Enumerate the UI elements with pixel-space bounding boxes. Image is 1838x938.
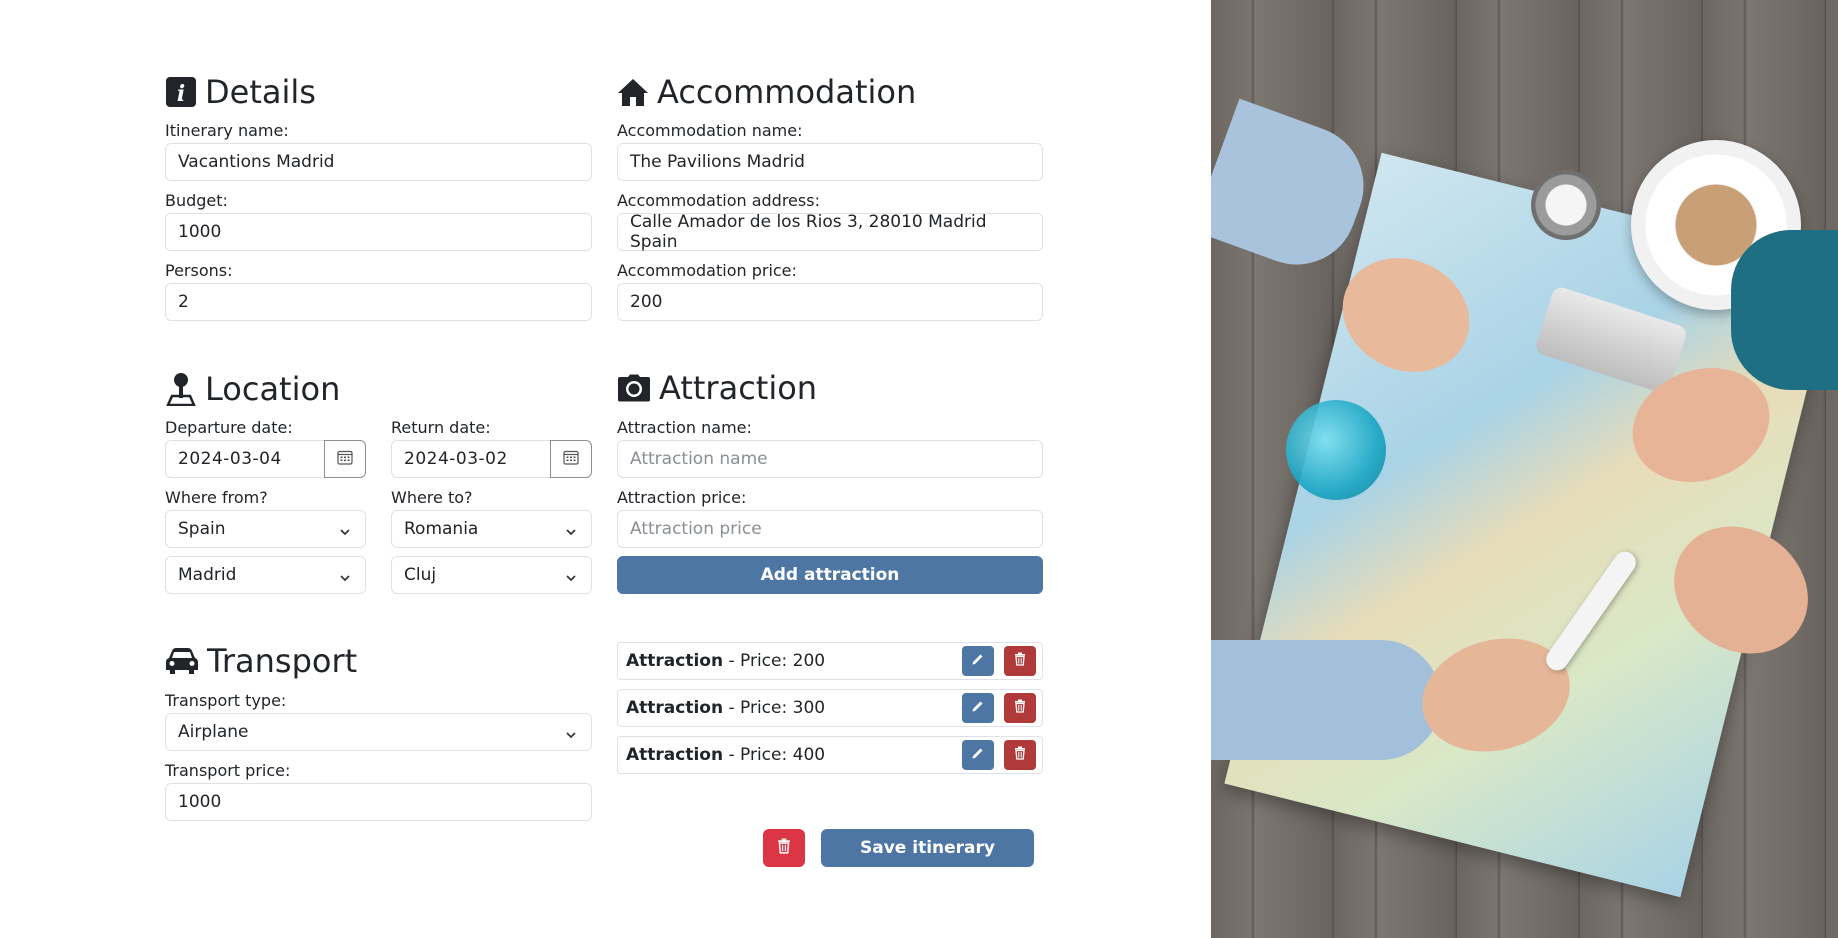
itinerary-name-input[interactable]: Vacantions Madrid bbox=[165, 143, 592, 181]
transport-type-value: Airplane bbox=[178, 722, 249, 742]
photo-sleeve-bottom bbox=[1211, 640, 1441, 760]
pencil-icon bbox=[971, 745, 985, 765]
details-heading: i Details bbox=[165, 76, 316, 108]
departure-date-label: Departure date: bbox=[165, 418, 293, 437]
attraction-heading: Attraction bbox=[617, 372, 817, 404]
attraction-name-input[interactable]: Attraction name bbox=[617, 440, 1043, 478]
accommodation-address-input[interactable]: Calle Amador de los Rios 3, 28010 Madrid… bbox=[617, 212, 1043, 252]
trash-icon bbox=[776, 838, 792, 858]
transport-price-label: Transport price: bbox=[165, 761, 291, 780]
travel-planning-photo bbox=[1211, 0, 1838, 938]
photo-sleeve-left bbox=[1211, 98, 1381, 282]
attraction-item-name: Attraction bbox=[626, 651, 724, 671]
svg-text:i: i bbox=[177, 81, 185, 107]
budget-input[interactable]: 1000 bbox=[165, 213, 592, 251]
chevron-down-icon bbox=[565, 523, 577, 543]
calendar-icon bbox=[563, 449, 579, 469]
departure-date-input[interactable]: 2024-03-04 bbox=[165, 440, 324, 478]
to-city-select[interactable]: Cluj bbox=[391, 556, 592, 594]
attraction-name-label: Attraction name: bbox=[617, 418, 752, 437]
to-country-select[interactable]: Romania bbox=[391, 510, 592, 548]
from-country-value: Spain bbox=[178, 519, 226, 539]
to-city-value: Cluj bbox=[404, 565, 437, 585]
chevron-down-icon bbox=[565, 569, 577, 589]
persons-label: Persons: bbox=[165, 261, 233, 280]
from-city-value: Madrid bbox=[178, 565, 237, 585]
delete-attraction-button[interactable] bbox=[1004, 740, 1036, 770]
chevron-down-icon bbox=[339, 523, 351, 543]
departure-date-field[interactable]: 2024-03-04 bbox=[165, 440, 366, 478]
attraction-item-name: Attraction bbox=[626, 745, 724, 765]
trash-icon bbox=[1013, 745, 1027, 765]
return-date-label: Return date: bbox=[391, 418, 491, 437]
accommodation-title: Accommodation bbox=[657, 73, 917, 111]
details-title: Details bbox=[205, 73, 316, 111]
attraction-item-price: - Price: 400 bbox=[723, 745, 826, 765]
attraction-price-label: Attraction price: bbox=[617, 488, 747, 507]
transport-type-select[interactable]: Airplane bbox=[165, 713, 592, 751]
photo-compass bbox=[1531, 170, 1601, 240]
where-from-label: Where from? bbox=[165, 488, 268, 507]
edit-attraction-button[interactable] bbox=[962, 740, 994, 770]
return-calendar-button[interactable] bbox=[550, 440, 592, 478]
accommodation-price-label: Accommodation price: bbox=[617, 261, 797, 280]
attraction-title: Attraction bbox=[659, 369, 818, 407]
where-to-label: Where to? bbox=[391, 488, 473, 507]
return-date-input[interactable]: 2024-03-02 bbox=[391, 440, 550, 478]
calendar-icon bbox=[337, 449, 353, 469]
departure-calendar-button[interactable] bbox=[324, 440, 366, 478]
itinerary-name-label: Itinerary name: bbox=[165, 121, 289, 140]
info-icon: i bbox=[165, 76, 197, 108]
save-itinerary-button[interactable]: Save itinerary bbox=[821, 829, 1034, 867]
from-country-select[interactable]: Spain bbox=[165, 510, 366, 548]
accommodation-name-input[interactable]: The Pavilions Madrid bbox=[617, 143, 1043, 181]
chevron-down-icon bbox=[565, 726, 577, 746]
attraction-item-name: Attraction bbox=[626, 698, 724, 718]
attraction-price-input[interactable]: Attraction price bbox=[617, 510, 1043, 548]
edit-attraction-button[interactable] bbox=[962, 646, 994, 676]
trash-icon bbox=[1013, 698, 1027, 718]
home-icon bbox=[617, 77, 649, 107]
from-city-select[interactable]: Madrid bbox=[165, 556, 366, 594]
delete-attraction-button[interactable] bbox=[1004, 693, 1036, 723]
photo-sleeve-right bbox=[1731, 230, 1838, 390]
edit-attraction-button[interactable] bbox=[962, 693, 994, 723]
add-attraction-button[interactable]: Add attraction bbox=[617, 556, 1043, 594]
photo-glass bbox=[1286, 400, 1386, 500]
return-date-field[interactable]: 2024-03-02 bbox=[391, 440, 592, 478]
map-pin-icon bbox=[165, 372, 197, 406]
attraction-list-item: Attraction - Price: 200 bbox=[617, 642, 1043, 680]
location-heading: Location bbox=[165, 372, 340, 406]
camera-icon bbox=[617, 374, 651, 402]
car-icon bbox=[165, 647, 199, 675]
pencil-icon bbox=[971, 698, 985, 718]
transport-price-input[interactable]: 1000 bbox=[165, 783, 592, 821]
accommodation-price-input[interactable]: 200 bbox=[617, 283, 1043, 321]
transport-title: Transport bbox=[207, 642, 358, 680]
chevron-down-icon bbox=[339, 569, 351, 589]
location-title: Location bbox=[205, 370, 341, 408]
trash-icon bbox=[1013, 651, 1027, 671]
budget-label: Budget: bbox=[165, 191, 228, 210]
attraction-list-item: Attraction - Price: 300 bbox=[617, 689, 1043, 727]
attraction-item-price: - Price: 200 bbox=[723, 651, 826, 671]
persons-input[interactable]: 2 bbox=[165, 283, 592, 321]
accommodation-address-label: Accommodation address: bbox=[617, 191, 820, 210]
attraction-item-price: - Price: 300 bbox=[723, 698, 826, 718]
itinerary-form: i Details Itinerary name: Vacantions Mad… bbox=[0, 0, 1211, 938]
accommodation-name-label: Accommodation name: bbox=[617, 121, 803, 140]
to-country-value: Romania bbox=[404, 519, 479, 539]
accommodation-heading: Accommodation bbox=[617, 76, 916, 108]
transport-type-label: Transport type: bbox=[165, 691, 287, 710]
transport-heading: Transport bbox=[165, 645, 357, 677]
delete-attraction-button[interactable] bbox=[1004, 646, 1036, 676]
pencil-icon bbox=[971, 651, 985, 671]
delete-itinerary-button[interactable] bbox=[763, 829, 805, 867]
attraction-list-item: Attraction - Price: 400 bbox=[617, 736, 1043, 774]
